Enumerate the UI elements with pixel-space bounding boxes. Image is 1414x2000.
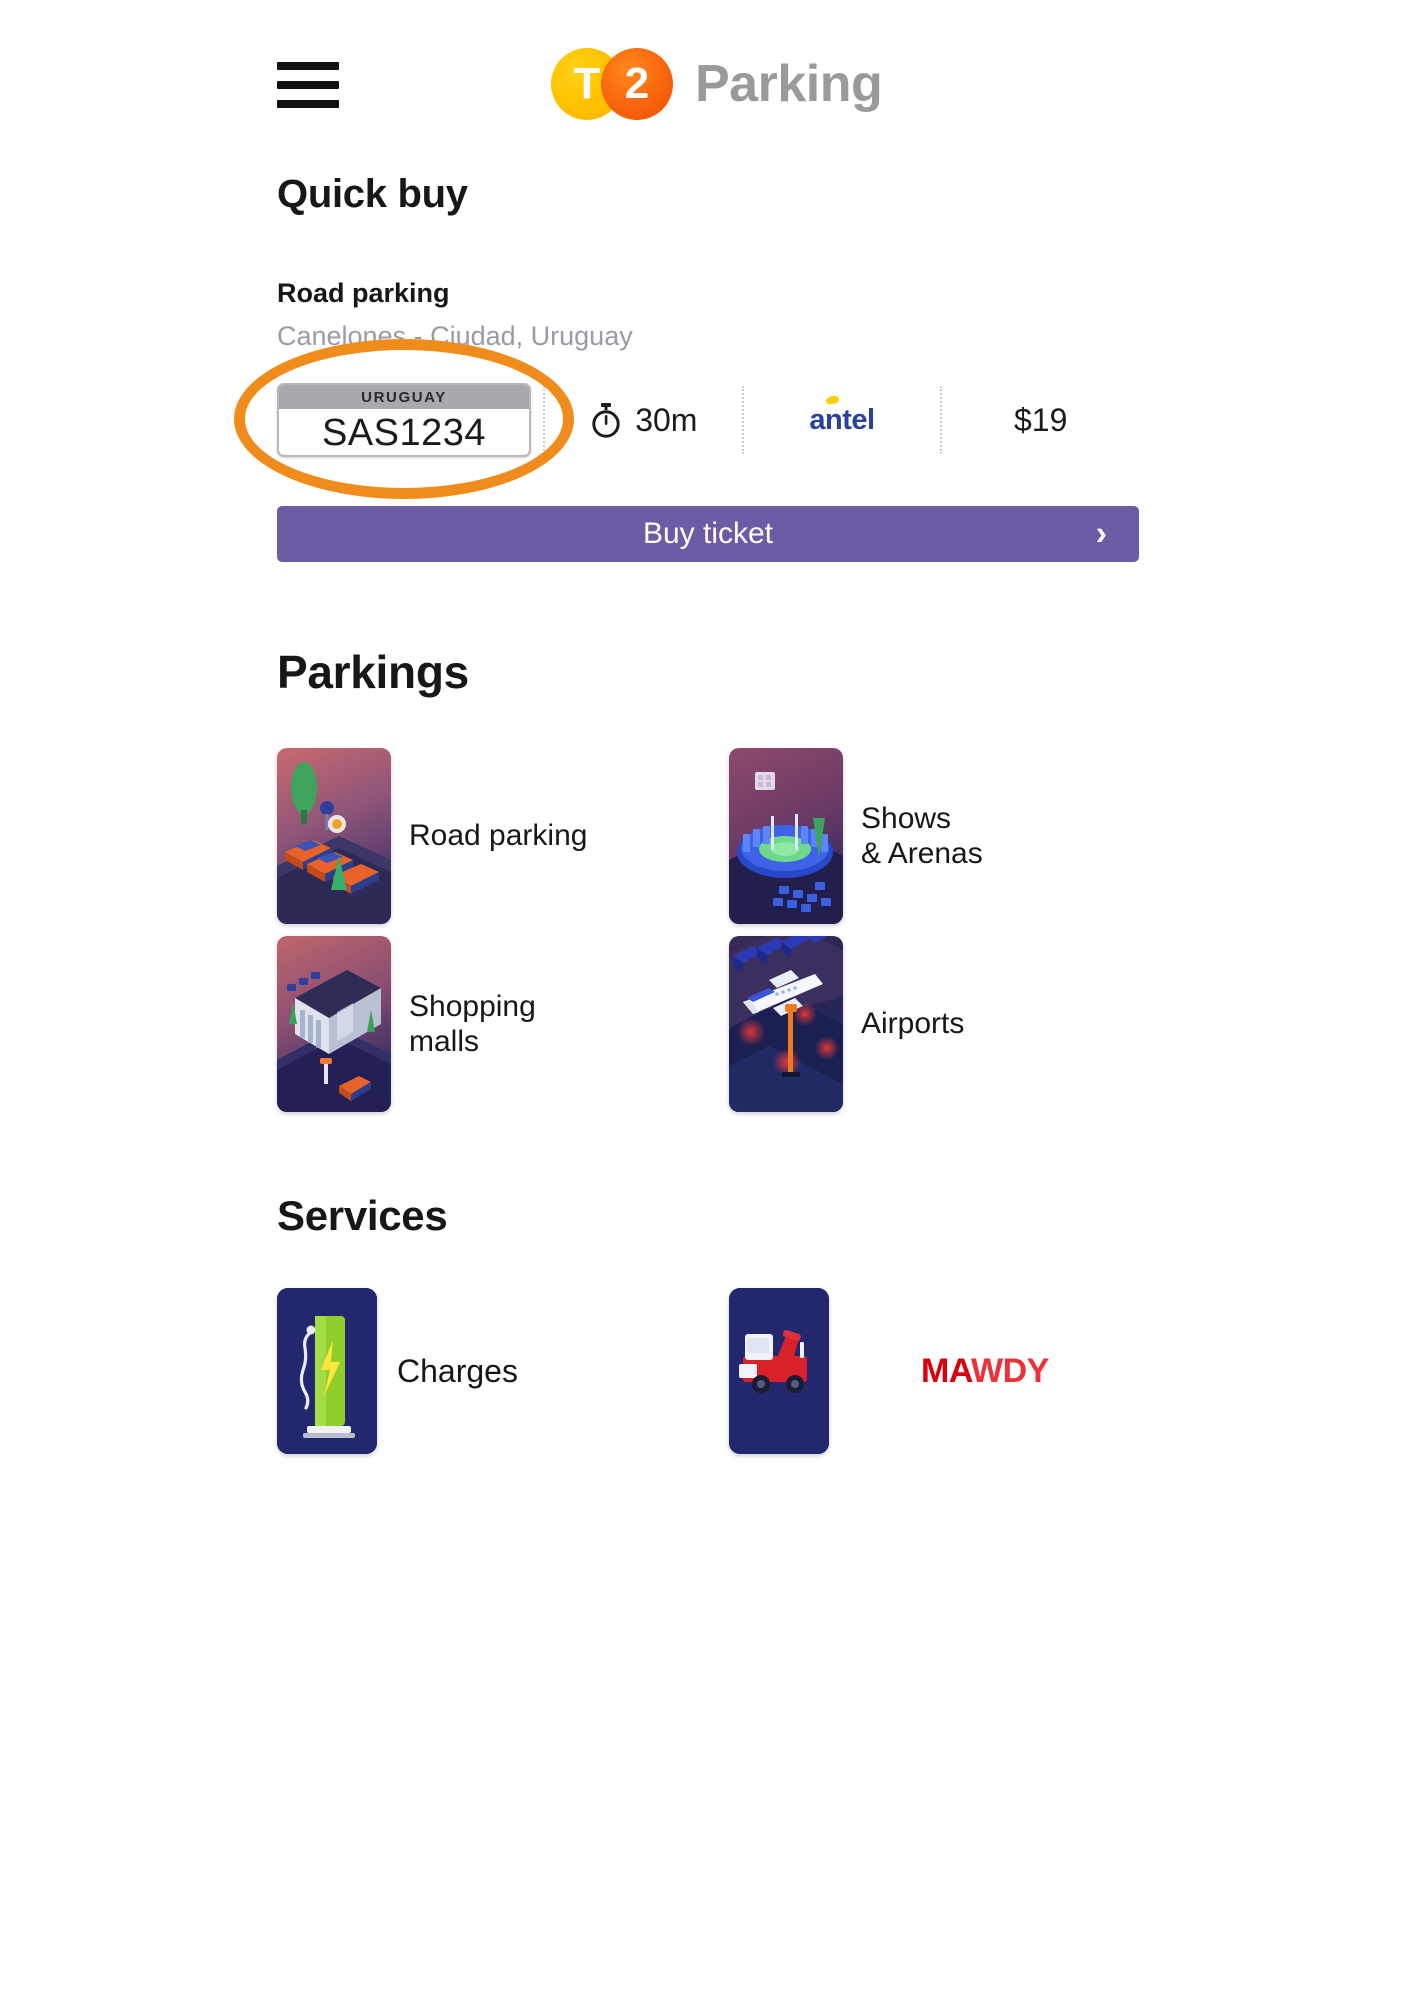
parking-tile-label: Shopping malls [409, 989, 536, 1058]
parking-tile-label: Road parking [409, 819, 588, 853]
brand-logo[interactable]: T 2 Parking [551, 48, 883, 120]
plate-number-label: SAS1234 [321, 411, 487, 454]
parking-tile-road-parking[interactable]: Road parking [277, 742, 729, 930]
shopping-malls-thumbnail [277, 936, 391, 1112]
parkings-section-title: Parkings [277, 646, 469, 698]
hamburger-menu-icon[interactable] [277, 62, 339, 108]
parkings-grid: Road parking Shows & Arenas Shopping mal… [277, 742, 1139, 1118]
parking-tile-shows-arenas[interactable]: Shows & Arenas [729, 742, 1139, 930]
service-tile-mawdy[interactable]: MAWDY [729, 1278, 1139, 1464]
parking-tile-label: Airports [861, 1007, 965, 1041]
license-plate-field[interactable]: URUGUAY SAS1234 [234, 339, 574, 499]
price-cell: $19 [942, 374, 1139, 466]
shows-arenas-thumbnail [729, 748, 843, 924]
parking-tile-airports[interactable]: Airports [729, 930, 1139, 1118]
hamburger-bar [277, 81, 339, 89]
stopwatch-icon [592, 403, 620, 438]
parking-tile-shopping-malls[interactable]: Shopping malls [277, 930, 729, 1118]
mawdy-brand-light: WDY [971, 1352, 1049, 1390]
quick-buy-item-title: Road parking [277, 278, 450, 308]
app-header: T 2 Parking [0, 0, 1414, 140]
services-section-title: Services [277, 1192, 448, 1239]
tow-truck-icon [729, 1288, 829, 1454]
buy-ticket-label: Buy ticket [642, 517, 774, 550]
license-plate[interactable]: URUGUAY SAS1234 [277, 383, 531, 457]
chevron-right-icon: › [1095, 514, 1107, 553]
airports-thumbnail [729, 936, 843, 1112]
quick-buy-item-location: Canelones - Ciudad, Uruguay [277, 321, 633, 351]
t2-logo-icon: T 2 [551, 48, 673, 120]
antel-label: antel [809, 403, 875, 436]
quick-buy-section-title: Quick buy [277, 172, 468, 216]
brand-name: Parking [695, 55, 883, 113]
buy-ticket-button[interactable]: Buy ticket › [277, 506, 1139, 562]
antel-logo: antel [809, 394, 875, 437]
duration-value-group: 30m [589, 402, 697, 439]
service-tile-charges[interactable]: Charges [277, 1278, 729, 1464]
price-label: $19 [1013, 401, 1068, 438]
service-tile-label: Charges [397, 1352, 518, 1389]
carrier-cell[interactable]: antel [744, 374, 941, 466]
hamburger-bar [277, 100, 339, 108]
mawdy-brand-logo: MAWDY [921, 1354, 1049, 1388]
quick-buy-card: Road parking Canelones - Ciudad, Uruguay… [234, 278, 1139, 499]
duration-cell[interactable]: 30m [545, 374, 742, 466]
app-screen: T 2 Parking Quick buy Road parking Canel… [0, 0, 1414, 2000]
parking-tile-label: Shows & Arenas [861, 801, 983, 870]
ev-charging-station-icon [277, 1288, 377, 1454]
services-grid: Charges MAWDY [277, 1278, 1139, 1464]
mawdy-brand-dark: MA [921, 1352, 972, 1390]
hamburger-bar [277, 62, 339, 70]
road-parking-thumbnail [277, 748, 391, 924]
duration-label: 30m [635, 401, 698, 438]
plate-country-label: URUGUAY [279, 385, 529, 409]
quick-buy-details-row: URUGUAY SAS1234 30m antel $19 [234, 339, 1139, 499]
logo-circle-2: 2 [601, 48, 673, 120]
